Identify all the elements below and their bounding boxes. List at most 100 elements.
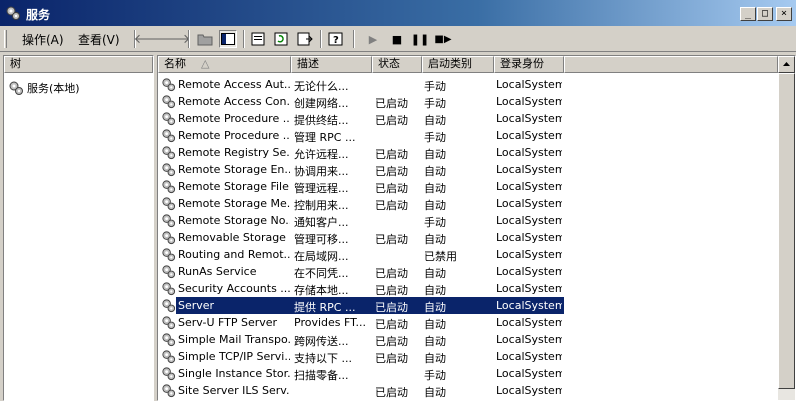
column-label: 名称 <box>164 57 186 70</box>
service-startup-type: 自动 <box>424 301 446 314</box>
service-name: RunAs Service <box>178 265 257 278</box>
table-row[interactable]: Remote Procedure ... 管理 RPC ... 手动 LocalSys… <box>158 127 778 144</box>
export-list-icon[interactable] <box>296 30 314 48</box>
service-description: 管理可移... <box>294 233 349 246</box>
service-status: 已启动 <box>375 386 408 399</box>
tree-item-services-local[interactable]: 服务(本地) <box>8 80 80 96</box>
service-status: 已启动 <box>375 284 408 297</box>
service-startup-type: 自动 <box>424 267 446 280</box>
service-gear-icon <box>162 146 176 160</box>
service-status: 已启动 <box>375 335 408 348</box>
service-gear-icon <box>162 367 176 381</box>
table-row[interactable]: RunAs Service 在不同凭... 已启动 自动 LocalSystem <box>158 263 778 280</box>
column-header-status[interactable]: 状态 <box>372 56 422 73</box>
scroll-thumb[interactable] <box>778 73 795 389</box>
service-description: 存储本地... <box>294 284 349 297</box>
properties-icon[interactable] <box>250 30 268 48</box>
service-name: Simple Mail Transpo... <box>178 333 290 346</box>
table-row[interactable]: Remote Registry Se... 允许远程... 已启动 自动 LocalSy… <box>158 144 778 161</box>
service-status: 已启动 <box>375 267 408 280</box>
table-row[interactable]: Removable Storage 管理可移... 已启动 自动 LocalSystem <box>158 229 778 246</box>
service-logon-as: LocalSystem <box>496 350 562 363</box>
pause-service-icon[interactable]: ❚❚ <box>411 30 429 48</box>
maximize-button[interactable]: □ <box>757 7 773 21</box>
table-row[interactable]: Remote Access Aut... 无论什么... 手动 LocalSystem <box>158 76 778 93</box>
table-row[interactable]: Remote Storage No... 通知客户... 手动 LocalSystem <box>158 212 778 229</box>
column-header-name[interactable]: 名称 △ <box>158 56 291 73</box>
service-gear-icon <box>162 333 176 347</box>
table-row[interactable]: Site Server ILS Serv... 已启动 自动 LocalSystem <box>158 382 778 399</box>
service-gear-icon <box>162 350 176 364</box>
service-status: 已启动 <box>375 114 408 127</box>
service-logon-as: LocalSystem <box>496 265 562 278</box>
service-logon-as: LocalSystem <box>496 146 562 159</box>
service-description: 提供 RPC ... <box>294 301 356 314</box>
service-startup-type: 手动 <box>424 216 446 229</box>
service-status: 已启动 <box>375 199 408 212</box>
service-name: Simple TCP/IP Servi... <box>178 350 290 363</box>
tree-pane: 树 服务(本地) <box>3 55 154 401</box>
column-header-description[interactable]: 描述 <box>291 56 372 73</box>
forward-arrow-icon[interactable]: 🡒 <box>156 30 191 48</box>
service-status: 已启动 <box>375 233 408 246</box>
refresh-icon[interactable] <box>273 30 291 48</box>
service-status: 已启动 <box>375 165 408 178</box>
table-row[interactable]: Remote Procedure ... 提供终结... 已启动 自动 LocalSys… <box>158 110 778 127</box>
service-status: 已启动 <box>375 318 408 331</box>
service-description: 通知客户... <box>294 216 349 229</box>
service-startup-type: 自动 <box>424 284 446 297</box>
service-logon-as: LocalSystem <box>496 78 562 91</box>
start-service-icon[interactable]: ▶ <box>364 30 382 48</box>
menu-action[interactable]: 操作(A) <box>22 31 64 48</box>
service-logon-as: LocalSystem <box>496 129 562 142</box>
table-row[interactable]: Remote Access Con... 创建网络... 已启动 手动 LocalSys… <box>158 93 778 110</box>
table-row[interactable]: Simple TCP/IP Servi... 支持以下 ... 已启动 自动 Local… <box>158 348 778 365</box>
restart-service-icon[interactable]: ■▶ <box>434 30 452 48</box>
table-row[interactable]: Remote Storage Me... 控制用来... 已启动 自动 LocalSys… <box>158 195 778 212</box>
table-row[interactable]: Security Accounts ... 存储本地... 已启动 自动 LocalSy… <box>158 280 778 297</box>
table-row[interactable]: Single Instance Stor... 扫描零备... 手动 LocalSys… <box>158 365 778 382</box>
close-button[interactable]: × <box>776 7 792 21</box>
service-description: 控制用来... <box>294 199 349 212</box>
service-name: Remote Storage Me... <box>178 197 290 210</box>
help-icon[interactable]: ? <box>327 30 345 48</box>
service-name: Remote Storage No... <box>178 214 290 227</box>
column-header-startup-type[interactable]: 启动类别 <box>422 56 494 73</box>
service-startup-type: 自动 <box>424 148 446 161</box>
service-name: Remote Procedure ... <box>178 112 290 125</box>
service-status: 已启动 <box>375 352 408 365</box>
table-row[interactable]: Remote Storage File 管理远程... 已启动 自动 LocalSyst… <box>158 178 778 195</box>
up-folder-icon[interactable] <box>196 30 214 48</box>
service-description: 允许远程... <box>294 148 349 161</box>
service-name: Remote Procedure ... <box>178 129 290 142</box>
service-status: 已启动 <box>375 97 408 110</box>
service-name: Removable Storage <box>178 231 286 244</box>
column-header-empty <box>564 56 778 73</box>
table-row[interactable]: Routing and Remot... 在局域网... 已禁用 LocalSyste… <box>158 246 778 263</box>
service-logon-as: LocalSystem <box>496 231 562 244</box>
stop-service-icon[interactable]: ■ <box>388 30 406 48</box>
service-logon-as: LocalSystem <box>496 214 562 227</box>
service-status: 已启动 <box>375 182 408 195</box>
table-row[interactable]: Remote Storage En... 协调用来... 已启动 自动 LocalSys… <box>158 161 778 178</box>
service-description: 创建网络... <box>294 97 349 110</box>
service-gear-icon <box>162 95 176 109</box>
toolbar-grip[interactable] <box>4 30 7 48</box>
services-gear-icon <box>6 6 20 20</box>
scroll-up-button[interactable] <box>778 56 795 73</box>
service-name: Remote Storage En... <box>178 163 290 176</box>
menu-view[interactable]: 查看(V) <box>78 31 120 48</box>
table-row[interactable]: Simple Mail Transpo... 跨网传送... 已启动 自动 LocalS… <box>158 331 778 348</box>
show-tree-icon[interactable] <box>219 30 237 48</box>
table-row[interactable]: Server 提供 RPC ... 已启动 自动 LocalSystem <box>158 297 778 314</box>
service-gear-icon <box>162 163 176 177</box>
table-row[interactable]: Serv-U FTP Server Provides FT... 已启动 自动 Loca… <box>158 314 778 331</box>
tree-header[interactable]: 树 <box>4 56 153 73</box>
service-description: 协调用来... <box>294 165 349 178</box>
column-header-logon-as[interactable]: 登录身份 <box>494 56 564 73</box>
minimize-button[interactable]: _ <box>740 7 756 21</box>
vertical-scrollbar[interactable] <box>778 56 795 400</box>
service-description: 提供终结... <box>294 114 349 127</box>
service-name: Remote Access Con... <box>178 95 290 108</box>
service-startup-type: 自动 <box>424 199 446 212</box>
